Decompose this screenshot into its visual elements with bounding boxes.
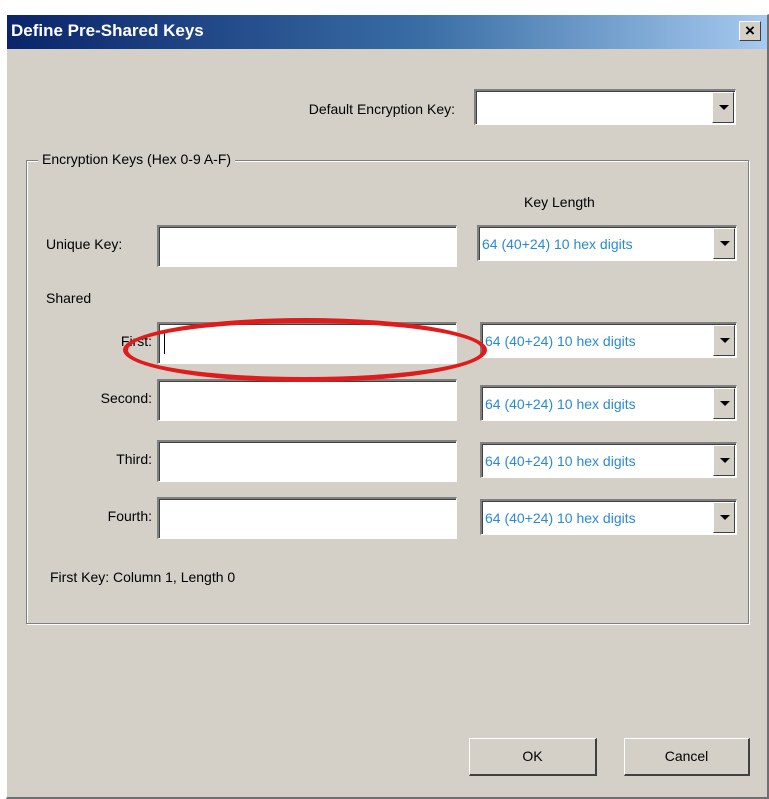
chevron-down-icon[interactable] [713, 445, 735, 476]
third-key-label: Third: [116, 451, 152, 467]
cursor-status-text: First Key: Column 1, Length 0 [50, 569, 236, 585]
first-key-length-dropdown[interactable]: 64 (40+24) 10 hex digits [480, 322, 737, 358]
second-key-input[interactable] [157, 379, 457, 421]
default-encryption-key-label: Default Encryption Key: [308, 101, 455, 117]
third-key-length-value: 64 (40+24) 10 hex digits [485, 453, 636, 469]
unique-key-label: Unique Key: [46, 236, 123, 252]
chevron-down-icon[interactable] [713, 228, 735, 259]
chevron-down-icon[interactable] [713, 502, 735, 533]
unique-key-length-value: 64 (40+24) 10 hex digits [482, 236, 633, 252]
fourth-key-input[interactable] [157, 497, 457, 539]
unique-key-length-dropdown[interactable]: 64 (40+24) 10 hex digits [477, 225, 737, 261]
first-key-length-value: 64 (40+24) 10 hex digits [485, 333, 636, 349]
third-key-input[interactable] [157, 440, 457, 482]
fourth-key-length-value: 64 (40+24) 10 hex digits [485, 510, 636, 526]
third-key-length-dropdown[interactable]: 64 (40+24) 10 hex digits [480, 442, 737, 478]
encryption-keys-legend: Encryption Keys (Hex 0-9 A-F) [38, 151, 236, 167]
text-caret [164, 332, 165, 354]
second-key-length-value: 64 (40+24) 10 hex digits [485, 396, 636, 412]
cancel-button[interactable]: Cancel [624, 738, 750, 776]
first-key-label: First: [120, 333, 152, 349]
close-icon[interactable]: × [739, 21, 761, 41]
first-key-input[interactable] [157, 322, 457, 364]
second-key-label: Second: [100, 390, 152, 406]
chevron-down-icon[interactable] [713, 388, 735, 419]
second-key-length-dropdown[interactable]: 64 (40+24) 10 hex digits [480, 385, 737, 421]
key-length-header: Key Length [524, 194, 595, 210]
shared-label: Shared [46, 290, 92, 306]
default-encryption-key-dropdown[interactable] [474, 89, 736, 125]
fourth-key-label: Fourth: [107, 508, 152, 524]
ok-button[interactable]: OK [469, 738, 597, 776]
window-title: Define Pre-Shared Keys [11, 21, 204, 40]
chevron-down-icon[interactable] [712, 92, 734, 123]
unique-key-input[interactable] [157, 225, 457, 267]
fourth-key-length-dropdown[interactable]: 64 (40+24) 10 hex digits [480, 499, 737, 535]
chevron-down-icon[interactable] [713, 325, 735, 356]
title-bar[interactable]: Define Pre-Shared Keys × [7, 15, 767, 49]
